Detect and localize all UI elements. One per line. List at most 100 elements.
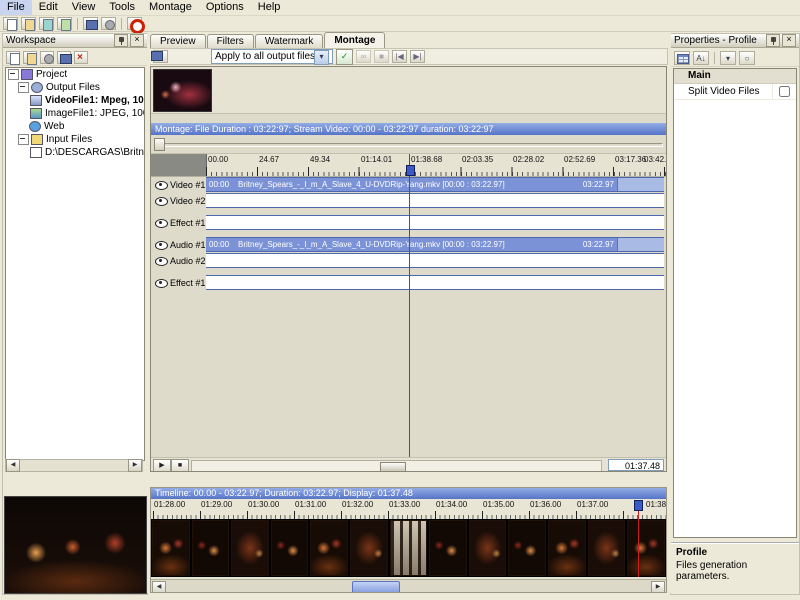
film-frame[interactable] — [350, 520, 388, 576]
track-lane[interactable] — [206, 253, 664, 268]
scroll-right-icon[interactable]: ▶ — [128, 459, 142, 472]
split-clip-icon[interactable]: ■ — [374, 50, 389, 63]
go-to-start-icon[interactable]: |◀ — [392, 50, 407, 63]
add-output-file-icon[interactable] — [6, 50, 20, 65]
close-icon[interactable]: × — [130, 34, 144, 47]
eye-icon[interactable] — [155, 279, 168, 288]
eye-icon[interactable] — [155, 241, 168, 250]
timeline-playhead[interactable] — [638, 501, 639, 577]
eye-icon[interactable] — [155, 257, 168, 266]
film-frame[interactable] — [587, 520, 626, 576]
scrollbar-thumb[interactable] — [380, 462, 407, 471]
expander-icon[interactable] — [18, 134, 29, 145]
montage-playhead[interactable] — [409, 154, 410, 457]
split-video-checkbox[interactable] — [779, 86, 790, 97]
add-file-icon[interactable] — [57, 17, 72, 31]
tree-item-project[interactable]: Project — [6, 68, 144, 81]
tree-item-videofile1[interactable]: VideoFile1: Mpeg, 100% — [30, 94, 144, 107]
record-convert-icon[interactable] — [127, 17, 145, 34]
pin-icon[interactable] — [114, 34, 128, 47]
categorized-view-icon[interactable] — [674, 50, 690, 65]
add-input-file-icon[interactable] — [23, 50, 37, 65]
play-button[interactable]: ▶ — [153, 459, 171, 471]
apply-scope-dropdown[interactable]: Apply to all output files ▾ — [211, 49, 333, 65]
tree-item-input-files[interactable]: Input Files — [16, 133, 144, 146]
menu-options[interactable]: Options — [199, 0, 251, 15]
tree-item-input-file[interactable]: D:\DESCARGAS\Britney_Spears_-... — [30, 146, 144, 159]
scroll-left-icon[interactable]: ◀ — [152, 581, 166, 592]
close-icon[interactable]: × — [782, 34, 796, 47]
montage-filter-icon[interactable] — [151, 50, 168, 63]
montage-horizontal-scrollbar[interactable] — [191, 460, 602, 471]
scroll-left-icon[interactable]: ◀ — [6, 459, 20, 472]
film-frame[interactable] — [429, 520, 467, 576]
menu-file[interactable]: File — [0, 0, 32, 15]
film-frame[interactable] — [548, 520, 586, 576]
video-clip[interactable]: 00:00 Britney_Spears_-_I_m_A_Slave_4_U-D… — [206, 178, 664, 191]
tree-item-web[interactable]: Web — [16, 120, 144, 133]
audio-clip[interactable]: 00:00 Britney_Spears_-_I_m_A_Slave_4_U-D… — [206, 238, 664, 251]
film-frame[interactable] — [310, 520, 349, 576]
tree-horizontal-scrollbar[interactable]: ◀ ▶ — [5, 459, 143, 472]
film-frame[interactable] — [270, 520, 309, 576]
file-properties-icon[interactable] — [40, 50, 54, 64]
expander-icon[interactable] — [18, 82, 29, 93]
montage-mode-icon[interactable] — [83, 17, 98, 30]
eye-icon[interactable] — [155, 197, 168, 206]
eye-icon[interactable] — [155, 219, 168, 228]
current-time-display[interactable]: 01:37.48 — [608, 459, 664, 471]
track-lane[interactable] — [206, 193, 664, 208]
cut-icon[interactable] — [57, 50, 72, 64]
film-frame[interactable] — [191, 520, 230, 576]
left-splitter[interactable] — [147, 33, 150, 593]
output-video-thumbnail[interactable] — [153, 69, 212, 112]
right-splitter[interactable] — [668, 33, 671, 593]
link-streams-icon[interactable]: ∞ — [356, 50, 371, 63]
film-frame[interactable] — [627, 520, 665, 576]
scroll-right-icon[interactable]: ▶ — [651, 581, 665, 592]
save-project-icon[interactable] — [39, 17, 54, 31]
menu-view[interactable]: View — [65, 0, 103, 15]
eye-icon[interactable] — [155, 181, 168, 190]
montage-zoom-slider[interactable] — [151, 137, 666, 151]
film-frame[interactable] — [152, 520, 190, 576]
category-main[interactable]: Main — [674, 69, 796, 84]
menu-montage[interactable]: Montage — [142, 0, 199, 15]
tree-item-output-files[interactable]: Output Files — [16, 81, 144, 94]
tab-filters[interactable]: Filters — [206, 34, 254, 48]
timeline-horizontal-scrollbar[interactable]: ◀ ▶ — [151, 579, 666, 592]
film-frame[interactable] — [468, 520, 507, 576]
scrollbar-thumb[interactable] — [351, 581, 400, 592]
track-lane[interactable] — [206, 275, 664, 290]
film-frame[interactable] — [231, 520, 269, 576]
new-project-icon[interactable] — [3, 17, 18, 31]
settings-icon[interactable] — [101, 17, 116, 30]
menu-tools[interactable]: Tools — [102, 0, 142, 15]
menu-edit[interactable]: Edit — [32, 0, 65, 15]
tab-preview[interactable]: Preview — [150, 34, 206, 48]
montage-position-marker[interactable] — [406, 165, 415, 176]
go-to-end-icon[interactable]: ▶| — [410, 50, 425, 63]
remove-file-icon[interactable]: × — [74, 50, 88, 64]
folder-icon — [31, 134, 43, 145]
tab-watermark[interactable]: Watermark — [254, 34, 324, 48]
menu-help[interactable]: Help — [251, 0, 288, 15]
slider-thumb[interactable] — [154, 138, 165, 151]
chevron-down-icon[interactable]: ▾ — [314, 50, 329, 65]
track-lane[interactable] — [206, 215, 664, 230]
stop-button[interactable]: ■ — [171, 459, 189, 471]
film-frame[interactable] — [389, 520, 428, 576]
tab-montage[interactable]: Montage — [324, 32, 386, 48]
track-lane[interactable]: 00:00 Britney_Spears_-_I_m_A_Slave_4_U-D… — [206, 237, 664, 252]
film-frame[interactable] — [508, 520, 547, 576]
open-project-icon[interactable] — [21, 17, 36, 31]
reset-circle-icon[interactable]: ○ — [739, 50, 755, 65]
alphabetical-sort-icon[interactable]: A↓ — [693, 50, 709, 65]
timeline-position-marker[interactable] — [634, 500, 643, 511]
tree-item-imagefile1[interactable]: ImageFile1: JPEG, 100%, Frame: 0 — [30, 107, 144, 120]
pin-icon[interactable] — [766, 34, 780, 47]
expand-collapse-icon[interactable]: ▾ — [720, 50, 736, 65]
expander-icon[interactable] — [8, 69, 19, 80]
apply-check-icon[interactable]: ✓ — [336, 48, 353, 65]
track-lane[interactable]: 00:00 Britney_Spears_-_I_m_A_Slave_4_U-D… — [206, 177, 664, 192]
